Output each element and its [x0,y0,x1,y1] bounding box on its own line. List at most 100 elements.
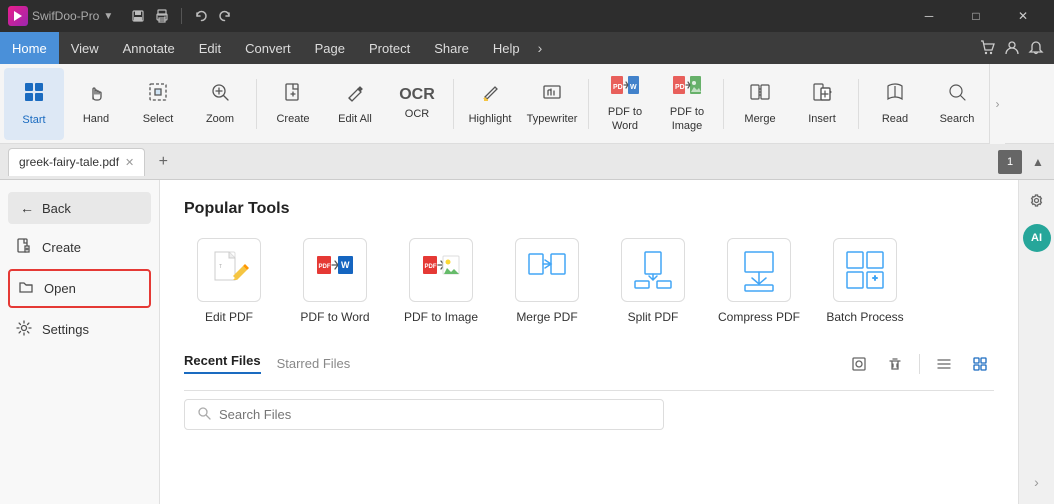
merge-pdf-label: Merge PDF [516,310,577,326]
tab-add-button[interactable]: + [149,148,177,176]
recent-list-view-btn[interactable] [930,350,958,378]
toolbar: Start Hand Select [0,64,1054,144]
toolbar-ocr[interactable]: OCR OCR [387,68,447,140]
tab-bar: greek-fairy-tale.pdf ✕ + 1 ▲ [0,144,1054,180]
cart-icon[interactable] [978,38,998,58]
back-arrow-icon: ← [20,200,34,216]
pdf-to-image-icon-box: PDF [409,238,473,302]
pdf-to-word-icon: PDF W [610,74,640,102]
recent-section: Recent Files Starred Files [184,350,994,430]
toolbar-sep-5 [858,79,859,129]
settings-sidebar-icon [16,320,32,339]
toolbar-ocr-label: OCR [405,108,429,121]
tab-close-icon[interactable]: ✕ [125,156,134,169]
menu-convert[interactable]: Convert [233,32,303,64]
toolbar-merge[interactable]: Merge [730,68,790,140]
toolbar-pdf-to-word-label: PDF to Word [597,106,653,132]
toolbar-editall[interactable]: Edit All [325,68,385,140]
sidebar-item-settings[interactable]: Settings [0,310,159,349]
menu-edit[interactable]: Edit [187,32,233,64]
toolbar-scroll-right[interactable]: › [989,64,1005,144]
toolbar-pdf-to-image[interactable]: PDF PDF to Image [657,68,717,140]
ocr-icon: OCR [399,86,435,104]
close-button[interactable]: ✕ [1000,0,1046,32]
toolbar-typewriter[interactable]: Typewriter [522,68,582,140]
bell-icon[interactable] [1026,38,1046,58]
sidebar: ← Back Create Open [0,180,160,504]
tool-merge-pdf[interactable]: Merge PDF [502,238,592,326]
split-pdf-icon-box [621,238,685,302]
back-label: Back [42,201,71,216]
maximize-button[interactable]: □ [953,0,999,32]
compress-pdf-icon-box [727,238,791,302]
print-icon[interactable] [153,7,171,25]
toolbar-search[interactable]: Search [927,68,987,140]
menu-view[interactable]: View [59,32,111,64]
toolbar-highlight[interactable]: Highlight [460,68,520,140]
tool-compress-pdf[interactable]: Compress PDF [714,238,804,326]
app-name: SwifDoo-Pro [32,9,99,23]
tool-split-pdf[interactable]: Split PDF [608,238,698,326]
tool-pdf-to-word[interactable]: PDF W PDF to Word [290,238,380,326]
zoom-icon [209,81,231,109]
read-icon [884,81,906,109]
recent-files-tab[interactable]: Recent Files [184,353,261,374]
window-controls: ─ □ ✕ [906,0,1046,32]
toolbar-create[interactable]: Create [263,68,323,140]
user-icon[interactable] [1002,38,1022,58]
starred-files-tab[interactable]: Starred Files [277,356,351,371]
toolbar-insert[interactable]: Insert [792,68,852,140]
minimize-button[interactable]: ─ [906,0,952,32]
sidebar-item-open[interactable]: Open [8,269,151,308]
tab-bar-right: 1 ▲ [998,150,1054,174]
menu-page[interactable]: Page [303,32,357,64]
undo-icon[interactable] [192,7,210,25]
search-files-input[interactable] [219,407,651,422]
batch-process-label: Batch Process [826,310,903,326]
toolbar-read[interactable]: Read [865,68,925,140]
title-bar: SwifDoo-Pro ▼ [0,0,1054,32]
svg-text:W: W [341,260,350,270]
menu-help[interactable]: Help [481,32,532,64]
tools-grid: T Edit PDF PDF W [184,238,994,326]
toolbar-select[interactable]: Select [128,68,188,140]
search-bar-icon [197,406,211,423]
ai-avatar[interactable]: AI [1023,224,1051,252]
recent-grid-view-btn[interactable] [966,350,994,378]
toolbar-pdf-to-image-label: PDF to Image [659,106,715,132]
batch-process-icon-box [833,238,897,302]
right-panel-expand-icon[interactable]: › [1023,468,1051,496]
content-area: Popular Tools T Edit PDF [160,180,1018,504]
save-icon[interactable] [129,7,147,25]
tool-edit-pdf[interactable]: T Edit PDF [184,238,274,326]
toolbar-pdf-to-word[interactable]: PDF W PDF to Word [595,68,655,140]
menu-more[interactable]: › [532,40,549,56]
search-bar[interactable] [184,399,664,430]
sidebar-item-create[interactable]: Create [0,228,159,267]
toolbar-typewriter-label: Typewriter [527,113,578,126]
menu-protect[interactable]: Protect [357,32,422,64]
menu-annotate[interactable]: Annotate [111,32,187,64]
tool-pdf-to-image[interactable]: PDF PDF to Image [396,238,486,326]
edit-pdf-icon-box: T [197,238,261,302]
toolbar-read-label: Read [882,113,908,126]
toolbar-start[interactable]: Start [4,68,64,140]
tab-pdf[interactable]: greek-fairy-tale.pdf ✕ [8,148,145,176]
toolbar-zoom[interactable]: Zoom [190,68,250,140]
toolbar-highlight-label: Highlight [469,113,512,126]
menu-home[interactable]: Home [0,32,59,64]
recent-refresh-btn[interactable] [845,350,873,378]
tab-scroll-up[interactable]: ▲ [1026,150,1050,174]
select-icon [147,81,169,109]
menu-share[interactable]: Share [422,32,481,64]
tool-batch-process[interactable]: Batch Process [820,238,910,326]
back-button[interactable]: ← Back [8,192,151,224]
redo-icon[interactable] [216,7,234,25]
right-panel-settings-icon[interactable] [1023,188,1051,216]
pdf-to-word-icon-box: PDF W [303,238,367,302]
toolbar-hand[interactable]: Hand [66,68,126,140]
recent-header: Recent Files Starred Files [184,350,994,378]
recent-delete-btn[interactable] [881,350,909,378]
app-dropdown[interactable]: ▼ [103,11,113,22]
toolbar-insert-label: Insert [808,113,836,126]
